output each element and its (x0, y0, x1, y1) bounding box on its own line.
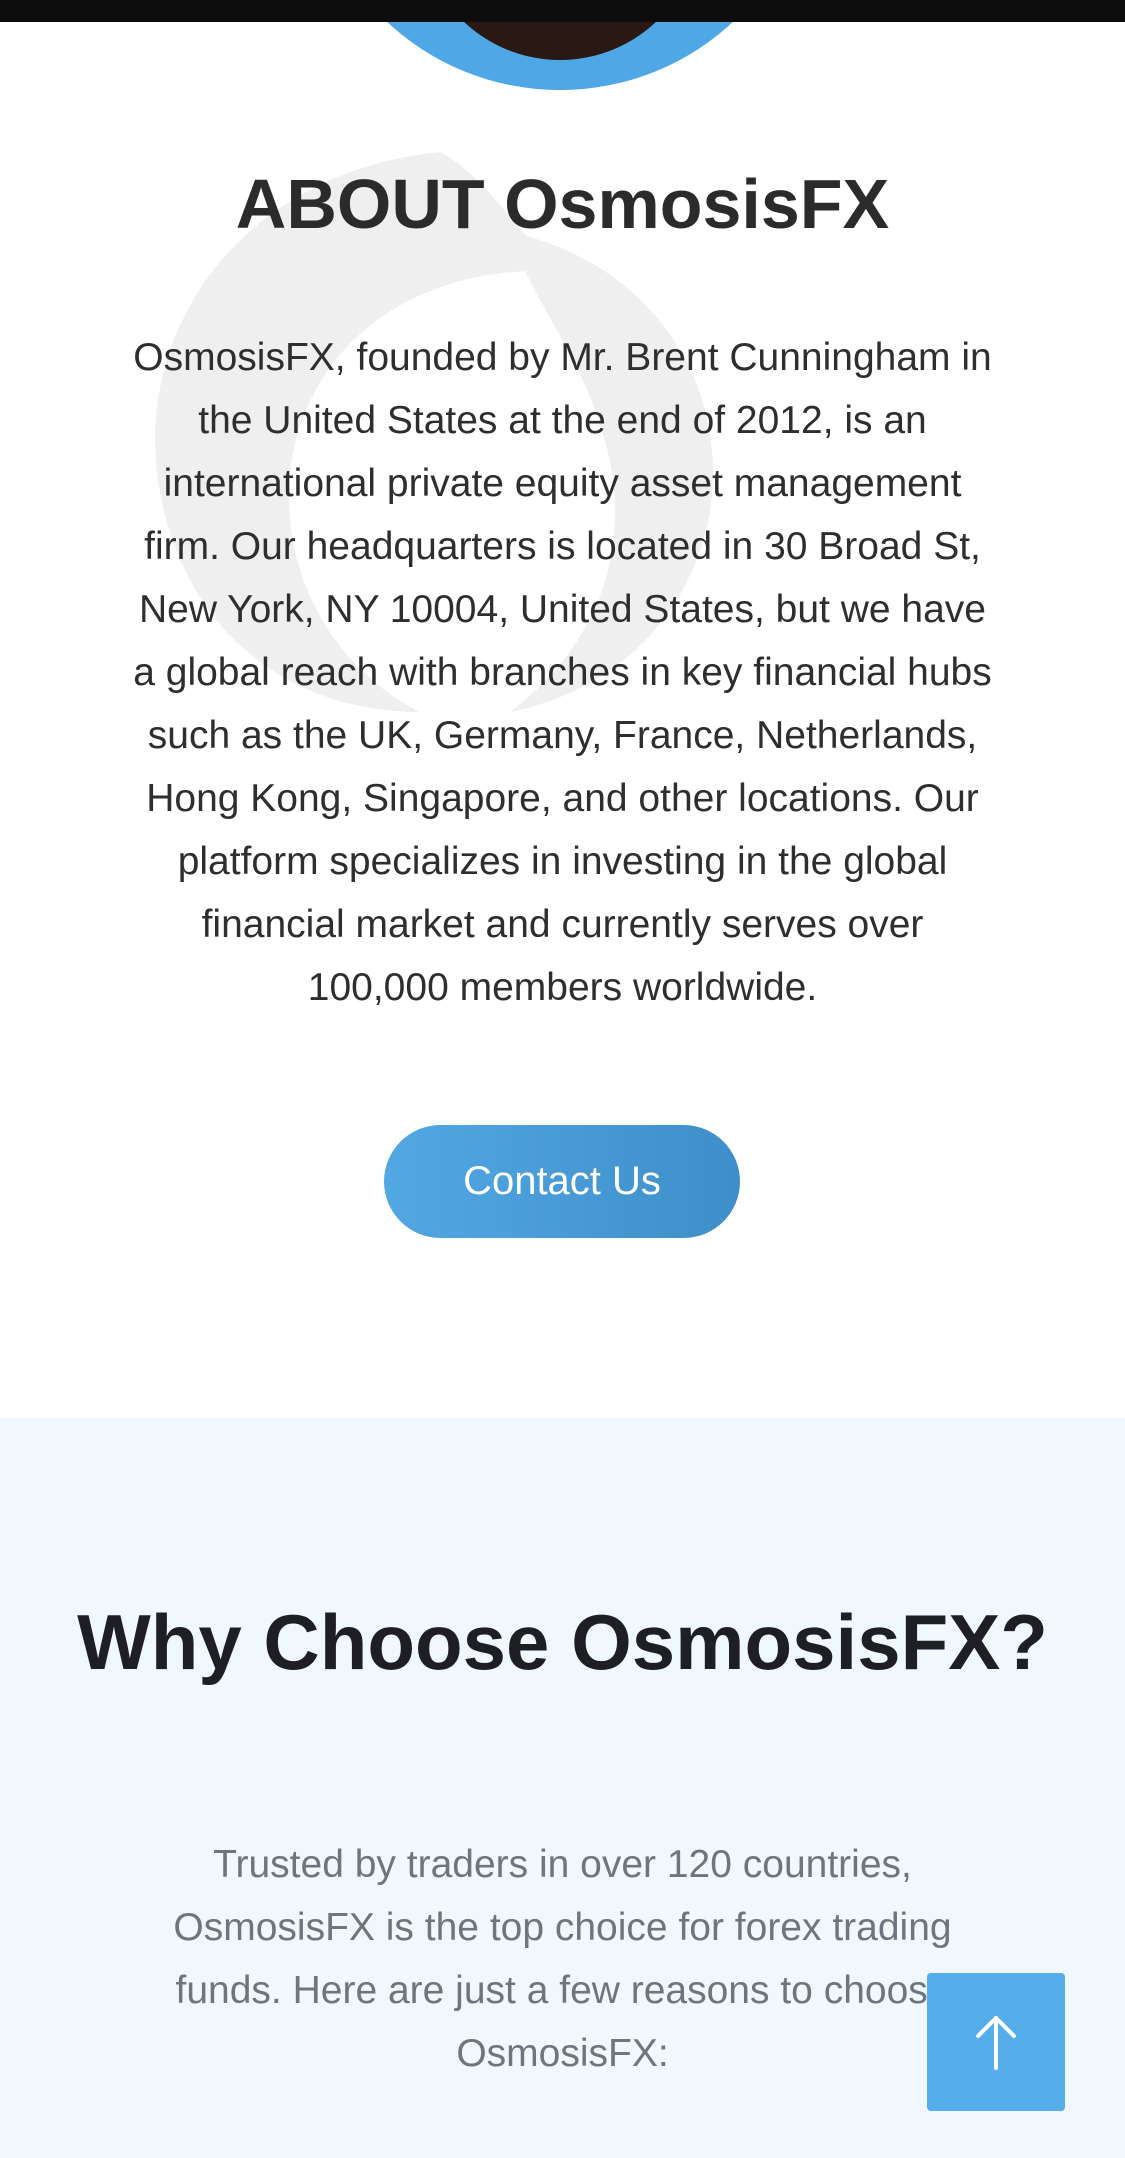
arrow-up-icon (976, 2016, 1016, 2070)
scroll-to-top-button[interactable] (927, 1973, 1065, 2111)
why-choose-description: Trusted by traders in over 120 countries… (173, 1843, 952, 2075)
about-description: OsmosisFX, founded by Mr. Brent Cunningh… (133, 336, 992, 1009)
contact-us-button[interactable]: Contact Us (384, 1125, 740, 1238)
about-title: ABOUT OsmosisFX (235, 165, 890, 243)
about-section: ABOUT OsmosisFX OsmosisFX, founded by Mr… (0, 22, 1125, 1418)
top-bar (0, 0, 1125, 22)
why-choose-title: Why Choose OsmosisFX? (77, 1598, 1048, 1686)
page: ABOUT OsmosisFX OsmosisFX, founded by Mr… (0, 0, 1125, 2158)
